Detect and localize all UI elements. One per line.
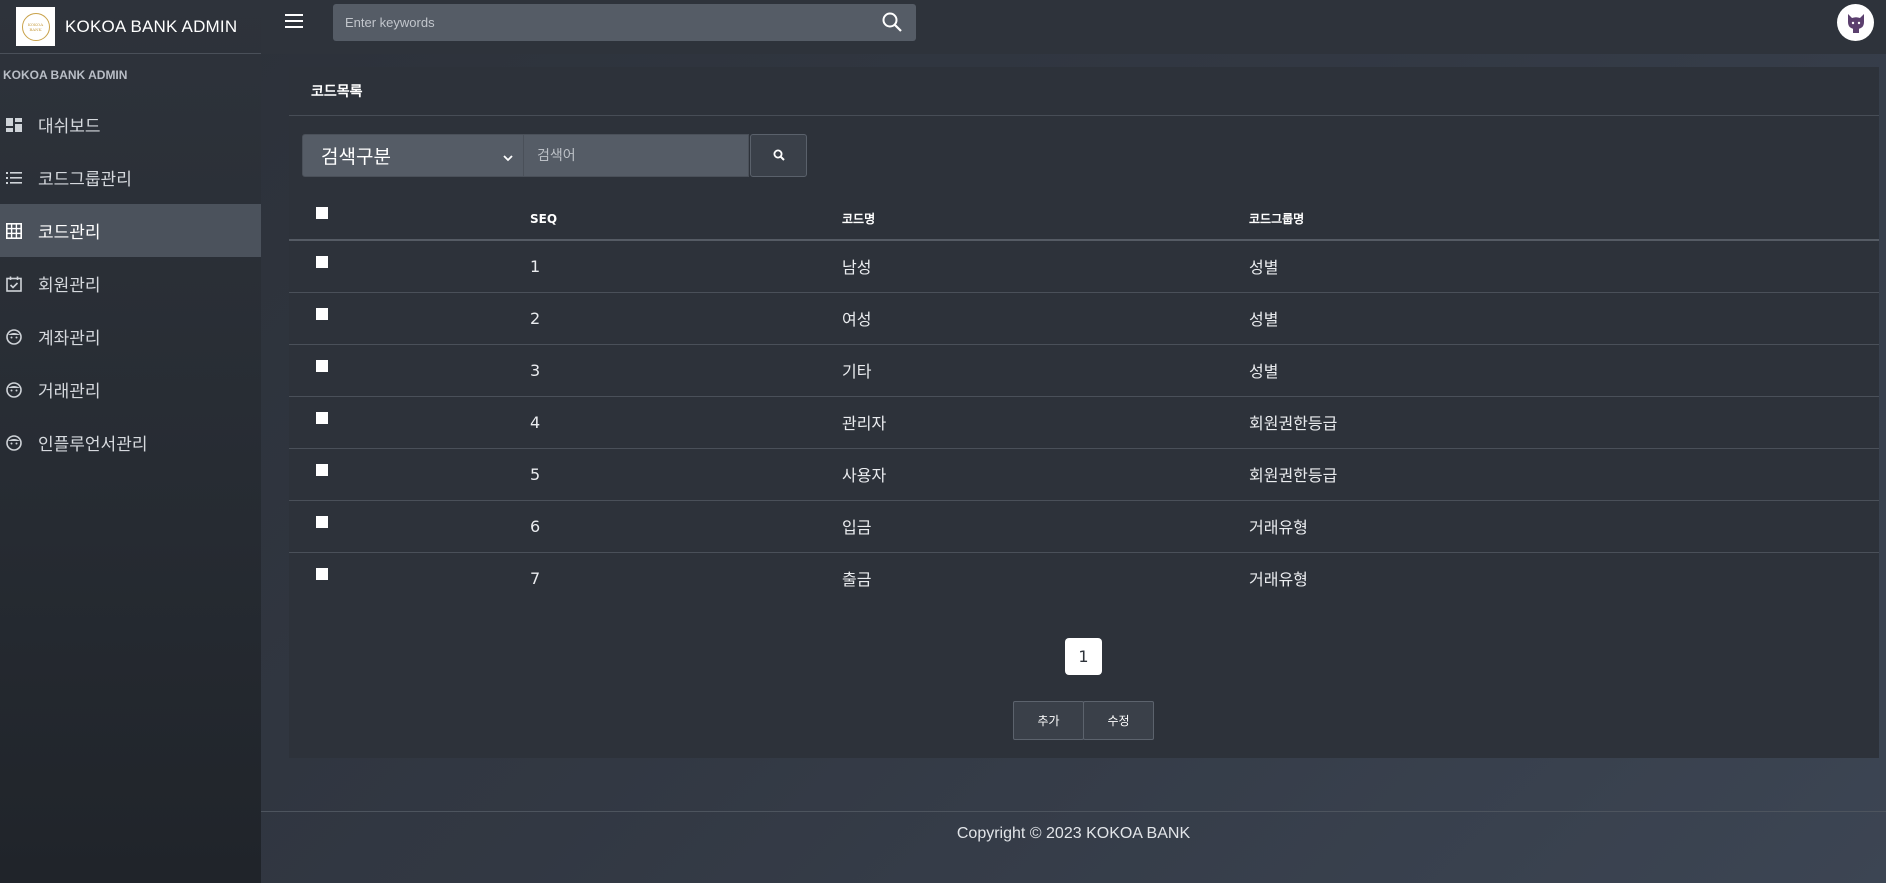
cell-code-name: 관리자 (842, 396, 1249, 449)
row-checkbox[interactable] (316, 255, 328, 268)
cell-code-group: 성별 (1249, 240, 1879, 293)
chevron-down-icon (503, 145, 513, 167)
table-row[interactable]: 7 출금 거래유형 (289, 552, 1879, 604)
sidebar-item-influencers[interactable]: 인플루언서관리 (0, 416, 261, 469)
cell-code-group: 성별 (1249, 292, 1879, 345)
sidebar-item-label: 코드관리 (38, 223, 101, 243)
sidebar-item-code[interactable]: 코드관리 (0, 204, 261, 257)
table-row[interactable]: 5 사용자 회원권한등급 (289, 448, 1879, 501)
table-row[interactable]: 1 남성 성별 (289, 240, 1879, 293)
cell-code-name: 남성 (842, 240, 1249, 293)
cell-code-group: 성별 (1249, 344, 1879, 397)
row-checkbox[interactable] (316, 567, 328, 580)
search-type-select[interactable]: 검색구분 (302, 134, 524, 177)
footer-divider (261, 811, 1886, 812)
dashboard-icon (5, 116, 23, 134)
cell-code-name: 기타 (842, 344, 1249, 397)
cell-code-name: 출금 (842, 570, 872, 590)
row-checkbox[interactable] (316, 359, 328, 372)
global-search-input[interactable] (333, 15, 873, 30)
sidebar-item-label: 인플루언서관리 (38, 435, 148, 455)
sidebar-item-members[interactable]: 회원관리 (0, 257, 261, 310)
face-icon (5, 328, 23, 346)
row-checkbox[interactable] (316, 463, 328, 476)
global-search (333, 4, 916, 41)
filter-search-button[interactable] (750, 134, 807, 177)
table-row[interactable]: 2 여성 성별 (289, 292, 1879, 345)
cell-code-group: 회원권한등급 (1249, 396, 1879, 449)
action-buttons: 추가 수정 (1013, 701, 1154, 740)
grid-icon (5, 222, 23, 240)
column-header-code-name: 코드명 (842, 198, 1249, 241)
sidebar-item-code-group[interactable]: 코드그룹관리 (0, 151, 261, 204)
select-all-checkbox[interactable] (316, 207, 328, 219)
cell-seq: 3 (530, 344, 842, 397)
topbar (261, 0, 1886, 54)
row-checkbox[interactable] (316, 411, 328, 424)
cell-seq: 6 (530, 500, 842, 553)
keyword-input[interactable] (537, 147, 737, 164)
sidebar: KOKOA BANK KOKOA BANK ADMIN KOKOA BANK A… (0, 0, 261, 883)
column-header-code-group: 코드그룹명 (1249, 198, 1879, 241)
sidebar-item-label: 코드그룹관리 (38, 170, 132, 190)
brand-name: KOKOA BANK ADMIN (65, 16, 238, 36)
face-icon (5, 381, 23, 399)
card-title: 코드목록 (289, 67, 1879, 116)
cell-code-group: 회원권한등급 (1249, 448, 1879, 501)
cell-code-group: 거래유형 (1249, 570, 1308, 590)
cell-seq: 1 (530, 240, 842, 293)
cell-code-group: 거래유형 (1249, 500, 1879, 553)
search-icon (773, 146, 785, 165)
sidebar-item-label: 회원관리 (38, 276, 101, 296)
sidebar-item-label: 계좌관리 (38, 329, 101, 349)
search-icon[interactable] (882, 12, 902, 32)
menu-toggle-icon[interactable] (285, 14, 303, 30)
edit-button[interactable]: 수정 (1083, 701, 1154, 740)
cell-code-name: 사용자 (842, 448, 1249, 501)
pagination-page-1[interactable]: 1 (1065, 638, 1102, 675)
row-checkbox[interactable] (316, 307, 328, 320)
sidebar-item-label: 대쉬보드 (38, 117, 101, 137)
brand-logo: KOKOA BANK (16, 7, 55, 46)
table-row[interactable]: 3 기타 성별 (289, 344, 1879, 397)
search-type-value: 검색구분 (321, 146, 391, 168)
code-list-card: 코드목록 검색구분 SEQ 코드명 코드그룹명 (289, 67, 1879, 758)
logo-emblem: KOKOA BANK (21, 12, 50, 41)
code-table: SEQ 코드명 코드그룹명 1 남성 성별 2 여성 성별 3 기타 성별 4 … (289, 198, 1879, 604)
brand[interactable]: KOKOA BANK KOKOA BANK ADMIN (0, 0, 261, 54)
sidebar-item-label: 거래관리 (38, 382, 101, 402)
footer-copyright: Copyright © 2023 KOKOA BANK (956, 825, 1191, 842)
table-row[interactable]: 4 관리자 회원권한등급 (289, 396, 1879, 449)
table-row[interactable]: 6 입금 거래유형 (289, 500, 1879, 553)
cell-seq: 7 (530, 568, 541, 588)
select-all-cell (289, 198, 530, 241)
add-button[interactable]: 추가 (1013, 701, 1084, 740)
list-icon (5, 169, 23, 187)
sidebar-item-transactions[interactable]: 거래관리 (0, 363, 261, 416)
sidebar-heading: KOKOA BANK ADMIN (3, 68, 128, 82)
github-avatar-icon[interactable] (1837, 4, 1874, 41)
keyword-field (524, 134, 749, 177)
cell-code-name: 입금 (842, 500, 1249, 553)
cell-code-name: 여성 (842, 292, 1249, 345)
cell-seq: 2 (530, 292, 842, 345)
sidebar-item-accounts[interactable]: 계좌관리 (0, 310, 261, 363)
calendar-check-icon (5, 275, 23, 293)
row-checkbox[interactable] (316, 515, 328, 528)
column-header-seq: SEQ (530, 198, 842, 241)
face-icon (5, 434, 23, 452)
cell-seq: 4 (530, 396, 842, 449)
cell-seq: 5 (530, 448, 842, 501)
search-filter: 검색구분 (302, 134, 807, 177)
sidebar-item-dashboard[interactable]: 대쉬보드 (0, 98, 261, 151)
table-header-row: SEQ 코드명 코드그룹명 (289, 198, 1879, 241)
